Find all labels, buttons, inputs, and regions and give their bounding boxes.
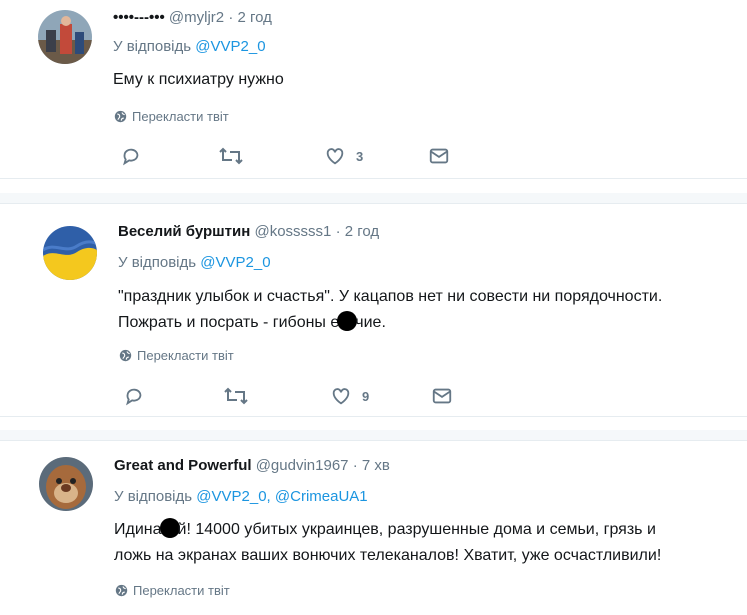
user-handle[interactable]: @gudvin1967 [256,457,349,474]
tweet-text-line: Пожрать и посрать - гибоны е чие. [118,310,738,336]
like-button[interactable]: 3 [324,145,363,167]
translate-label[interactable]: Перекласти твіт [132,109,229,124]
reply-button[interactable] [123,385,145,407]
tweet-text-fragment: чие. [355,314,386,331]
tweet-text: "праздник улыбок и счастья". У кацапов н… [118,284,738,336]
tweet-text-line: ложь на экранах ваших вонючих телеканало… [114,547,662,564]
translate-link[interactable]: Перекласти твіт [115,583,230,598]
redaction-blot [159,518,180,538]
translate-link[interactable]: Перекласти твіт [114,109,229,124]
like-count: 3 [356,148,364,164]
like-button[interactable]: 9 [330,385,369,407]
heart-icon [332,388,350,405]
reply-context: У відповідь @VVP2_0 [113,38,266,55]
globe-icon [114,110,127,123]
envelope-icon [432,388,452,404]
reply-mention[interactable]: @CrimeaUA1 [275,488,368,505]
avatar[interactable] [39,457,93,511]
retweet-icon [224,387,248,405]
divider-gap [0,193,747,203]
avatar[interactable] [38,10,92,64]
retweet-button[interactable] [218,145,244,167]
divider [0,416,747,417]
tweet-header: Веселий бурштин @kosssss1 · 2 год [118,223,379,240]
reply-context: У відповідь @VVP2_0 [118,254,271,271]
reply-mention[interactable]: @VVP2_0 [196,488,266,505]
tweet-text-content: Ему к психиатру нужно [113,71,284,88]
retweet-button[interactable] [223,385,249,407]
tweet-3[interactable]: Great and Powerful @gudvin1967 · 7 хв У … [0,441,747,615]
direct-message-button[interactable] [428,145,450,167]
tweet-text-fragment: Пожрать и посрать - гибоны е [118,314,340,331]
retweet-icon [219,147,243,165]
like-count: 9 [362,388,370,404]
tweet-text-line: Идина й! 14000 убитых украинцев, разрушен… [114,517,739,543]
timestamp[interactable]: · 2 год [228,9,272,26]
reply-separator: , [266,488,271,505]
divider-gap [0,430,747,440]
user-handle[interactable]: @kosssss1 [254,223,331,240]
translate-link[interactable]: Перекласти твіт [119,348,234,363]
direct-message-button[interactable] [431,385,453,407]
reply-prefix: У відповідь [118,254,197,271]
reply-button[interactable] [120,145,142,167]
tweet-header: ••••---••• @myljr2 · 2 год [113,9,272,26]
tweet-text-line: "праздник улыбок и счастья". У кацапов н… [118,288,663,305]
user-handle[interactable]: @myljr2 [169,9,224,26]
reply-icon [123,148,139,166]
reply-prefix: У відповідь [113,38,192,55]
globe-icon [115,584,128,597]
divider [0,178,747,179]
reply-icon [126,388,142,406]
tweet-text-fragment: й! 14000 убитых украинцев, разрушенные д… [177,521,656,538]
tweet-actions: 3 [120,145,520,169]
reply-context: У відповідь @VVP2_0, @CrimeaUA1 [114,488,368,505]
user-name[interactable]: Веселий бурштин [118,223,250,240]
reply-mention[interactable]: @VVP2_0 [195,38,265,55]
avatar[interactable] [43,226,97,280]
heart-icon [326,148,344,165]
timestamp[interactable]: · 2 год [336,223,380,240]
tweet-text: Ему к психиатру нужно [113,67,284,93]
reply-prefix: У відповідь [114,488,193,505]
tweet-actions: 9 [123,385,523,409]
user-name[interactable]: Great and Powerful [114,457,252,474]
tweet-1[interactable]: ••••---••• @myljr2 · 2 год У відповідь @… [0,0,747,178]
user-name[interactable]: ••••---••• [113,9,165,26]
translate-label[interactable]: Перекласти твіт [137,348,234,363]
tweet-text: Идина й! 14000 убитых украинцев, разрушен… [114,517,739,569]
timestamp[interactable]: · 7 хв [353,457,390,474]
globe-icon [119,349,132,362]
translate-label[interactable]: Перекласти твіт [133,583,230,598]
tweet-2[interactable]: Веселий бурштин @kosssss1 · 2 год У відп… [0,204,747,416]
tweet-text-fragment: Идина [114,521,162,538]
tweet-header: Great and Powerful @gudvin1967 · 7 хв [114,457,390,474]
reply-mention[interactable]: @VVP2_0 [200,254,270,271]
envelope-icon [429,148,449,164]
